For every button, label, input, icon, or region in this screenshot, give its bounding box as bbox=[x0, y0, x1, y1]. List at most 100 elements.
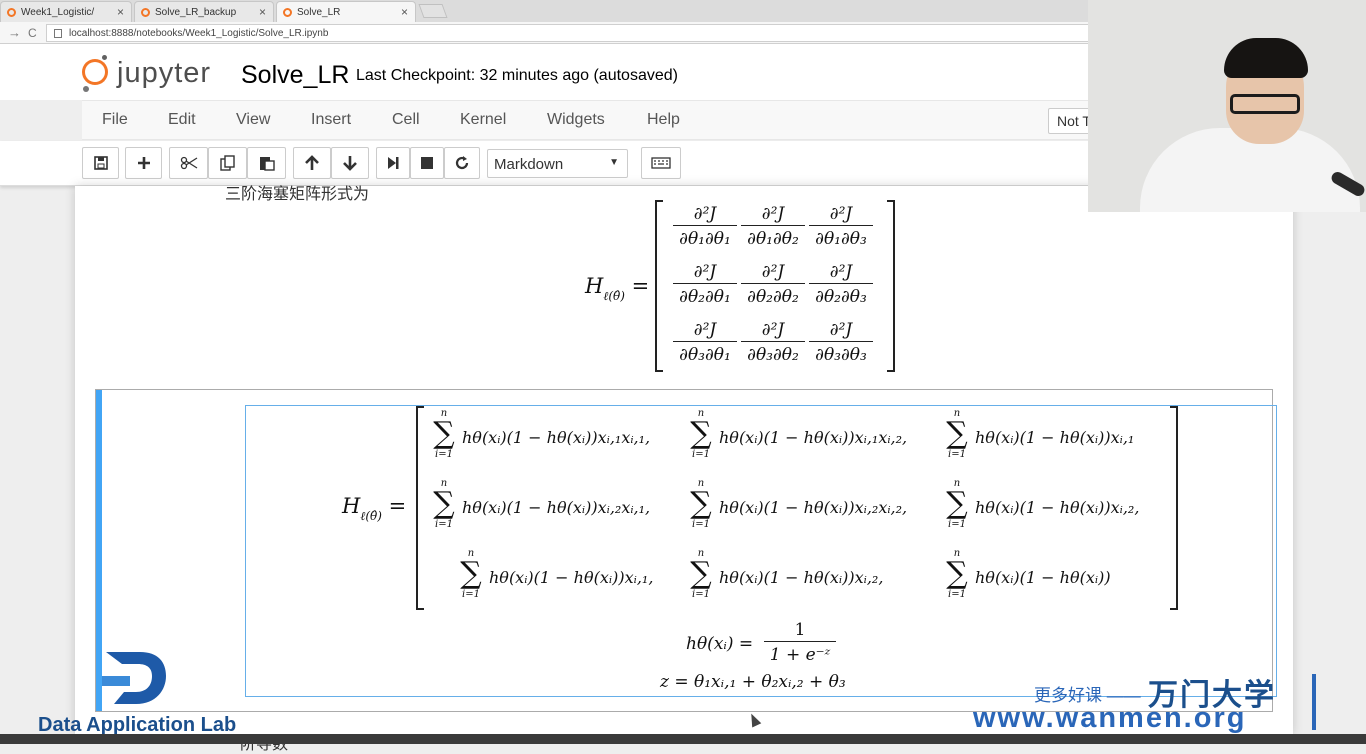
chevron-down-icon: ▼ bbox=[609, 157, 619, 168]
checkpoint-status: Last Checkpoint: 32 minutes ago (autosav… bbox=[356, 67, 678, 84]
paste-icon bbox=[259, 157, 275, 171]
command-palette-button[interactable] bbox=[641, 147, 681, 179]
matrix-entry: ∂²J ∂θ₃∂θ₃ bbox=[809, 318, 873, 366]
scissors-icon bbox=[180, 156, 197, 170]
cut-button[interactable] bbox=[169, 147, 208, 179]
matrix-entry: hθ(xᵢ)(1 − hθ(xᵢ))xᵢ,₂, bbox=[975, 498, 1140, 517]
jupyter-logo-icon bbox=[82, 59, 108, 85]
close-tab-icon[interactable]: × bbox=[401, 5, 408, 19]
tab-label: Solve_LR_backup bbox=[155, 6, 237, 18]
webcam-overlay bbox=[1088, 0, 1366, 212]
copy-icon bbox=[219, 155, 235, 171]
paste-button[interactable] bbox=[247, 147, 286, 179]
reload-icon[interactable]: C bbox=[28, 26, 37, 40]
interrupt-button[interactable] bbox=[410, 147, 444, 179]
save-button[interactable] bbox=[82, 147, 119, 179]
menu-insert[interactable]: Insert bbox=[311, 111, 351, 129]
url-field[interactable]: localhost:8888/notebooks/Week1_Logistic/… bbox=[46, 24, 1146, 42]
close-tab-icon[interactable]: × bbox=[117, 5, 124, 19]
run-button[interactable] bbox=[376, 147, 410, 179]
matrix-left-bracket bbox=[416, 406, 424, 610]
matrix-entry: hθ(xᵢ)(1 − hθ(xᵢ))xᵢ,₁, bbox=[489, 568, 654, 587]
move-up-button[interactable] bbox=[293, 147, 331, 179]
jupyter-favicon-icon bbox=[283, 7, 292, 17]
matrix-entry: hθ(xᵢ)(1 − hθ(xᵢ))xᵢ,₂xᵢ,₁, bbox=[462, 498, 651, 517]
menu-cell[interactable]: Cell bbox=[392, 111, 420, 129]
restart-button[interactable] bbox=[444, 147, 480, 179]
move-down-button[interactable] bbox=[331, 147, 369, 179]
jupyter-favicon-icon bbox=[7, 7, 16, 17]
url-text: localhost:8888/notebooks/Week1_Logistic/… bbox=[69, 27, 329, 39]
presenter-glasses bbox=[1230, 94, 1300, 114]
tab-label: Solve_LR bbox=[297, 6, 341, 18]
forward-icon[interactable]: → bbox=[8, 25, 21, 40]
matrix-entry: hθ(xᵢ)(1 − hθ(xᵢ)) bbox=[975, 568, 1111, 587]
save-icon bbox=[93, 156, 108, 170]
z-definition: z = θ₁xᵢ,₁ + θ₂xᵢ,₂ + θ₃ bbox=[660, 672, 846, 692]
sum-symbol: n ∑ i=1 bbox=[690, 408, 712, 460]
tab-label: Week1_Logistic/ bbox=[21, 6, 95, 18]
sum-symbol: n ∑ i=1 bbox=[690, 478, 712, 530]
refresh-icon bbox=[455, 156, 469, 170]
matrix-entry: ∂²J ∂θ₂∂θ₂ bbox=[741, 260, 805, 308]
presenter-hair bbox=[1224, 38, 1308, 78]
sigmoid-lhs: hθ(xᵢ) = bbox=[686, 634, 754, 654]
matrix-entry: hθ(xᵢ)(1 − hθ(xᵢ))xᵢ,₁xᵢ,₂, bbox=[719, 428, 908, 447]
copy-button[interactable] bbox=[208, 147, 247, 179]
menu-view[interactable]: View bbox=[236, 111, 270, 129]
selected-cell[interactable]: Hℓ(θ̂) = n ∑ i=1 hθ(xᵢ)(1 − hθ(xᵢ))xᵢ,₁xᵢ,… bbox=[95, 389, 1277, 712]
sum-symbol: n ∑ i=1 bbox=[460, 548, 482, 600]
menu-widgets[interactable]: Widgets bbox=[547, 111, 605, 129]
matrix-entry: ∂²J ∂θ₃∂θ₂ bbox=[741, 318, 805, 366]
arrow-up-icon bbox=[305, 155, 319, 170]
matrix-entry: ∂²J ∂θ₁∂θ₃ bbox=[809, 202, 873, 250]
keyboard-icon bbox=[651, 157, 671, 169]
hessian-matrix-3x3: ∂²J ∂θ₁∂θ₁ ∂²J ∂θ₁∂θ₂ ∂²J ∂θ₁∂θ₃ ∂²J ∂θ₂∂θ₁ … bbox=[655, 200, 895, 372]
watermark-url: www.wanmen.org bbox=[973, 702, 1247, 734]
browser-tab-backup[interactable]: Solve_LR_backup × bbox=[134, 1, 274, 22]
sum-symbol: n ∑ i=1 bbox=[946, 478, 968, 530]
matrix-entry: ∂²J ∂θ₁∂θ₂ bbox=[741, 202, 805, 250]
plus-icon bbox=[137, 157, 150, 169]
hessian-label: Hℓ(θ̂) = bbox=[585, 274, 650, 303]
sum-symbol: n ∑ i=1 bbox=[433, 408, 455, 460]
sum-symbol: n ∑ i=1 bbox=[433, 478, 455, 530]
matrix-entry: ∂²J ∂θ₂∂θ₁ bbox=[673, 260, 737, 308]
logo-text: jupyter bbox=[117, 57, 212, 89]
menu-file[interactable]: File bbox=[102, 111, 128, 129]
menu-kernel[interactable]: Kernel bbox=[460, 111, 506, 129]
close-tab-icon[interactable]: × bbox=[259, 5, 266, 19]
arrow-down-icon bbox=[343, 156, 357, 171]
matrix-entry: ∂²J ∂θ₁∂θ₁ bbox=[673, 202, 737, 250]
jupyter-logo[interactable]: jupyter bbox=[82, 53, 222, 93]
matrix-entry: ∂²J ∂θ₂∂θ₃ bbox=[809, 260, 873, 308]
matrix-entry: hθ(xᵢ)(1 − hθ(xᵢ))xᵢ,₁xᵢ,₁, bbox=[462, 428, 651, 447]
video-player-bar bbox=[0, 734, 1366, 744]
matrix-entry: hθ(xᵢ)(1 − hθ(xᵢ))xᵢ,₂, bbox=[719, 568, 884, 587]
step-forward-icon bbox=[388, 157, 399, 169]
stop-icon bbox=[421, 157, 433, 169]
cell-editor[interactable]: Hℓ(θ̂) = n ∑ i=1 hθ(xᵢ)(1 − hθ(xᵢ))xᵢ,₁xᵢ,… bbox=[245, 405, 1277, 697]
matrix-entry: ∂²J ∂θ₃∂θ₁ bbox=[673, 318, 737, 366]
jupyter-favicon-icon bbox=[141, 7, 150, 17]
matrix-right-bracket bbox=[1170, 406, 1178, 610]
markdown-text: 三阶海塞矩阵形式为 bbox=[225, 186, 370, 203]
menu-bar: File Edit View Insert Cell Kernel Widget… bbox=[82, 100, 1108, 140]
matrix-entry: hθ(xᵢ)(1 − hθ(xᵢ))xᵢ,₁ bbox=[975, 428, 1135, 447]
hessian-label: Hℓ(θ̂) = bbox=[342, 494, 407, 523]
menu-edit[interactable]: Edit bbox=[168, 111, 196, 129]
sum-symbol: n ∑ i=1 bbox=[946, 408, 968, 460]
browser-tab-week1[interactable]: Week1_Logistic/ × bbox=[0, 1, 132, 22]
menu-help[interactable]: Help bbox=[647, 111, 680, 129]
browser-tab-solve-lr[interactable]: Solve_LR × bbox=[276, 1, 416, 22]
cell-type-value: Markdown bbox=[494, 156, 564, 173]
notebook-page: 三阶海塞矩阵形式为 Hℓ(θ̂) = ∂²J ∂θ₁∂θ₁ ∂²J ∂θ₁∂θ₂ ∂… bbox=[75, 186, 1293, 734]
cell-type-select[interactable]: Markdown ▼ bbox=[487, 149, 628, 178]
notebook-name[interactable]: Solve_LR bbox=[241, 61, 349, 90]
insert-cell-button[interactable] bbox=[125, 147, 162, 179]
data-application-lab-logo-icon bbox=[102, 652, 166, 704]
matrix-entry: hθ(xᵢ)(1 − hθ(xᵢ))xᵢ,₂xᵢ,₂, bbox=[719, 498, 908, 517]
sigmoid-fraction: 1 1 + e⁻ᶻ bbox=[764, 618, 836, 666]
sum-symbol: n ∑ i=1 bbox=[690, 548, 712, 600]
new-tab-button[interactable] bbox=[418, 4, 448, 18]
